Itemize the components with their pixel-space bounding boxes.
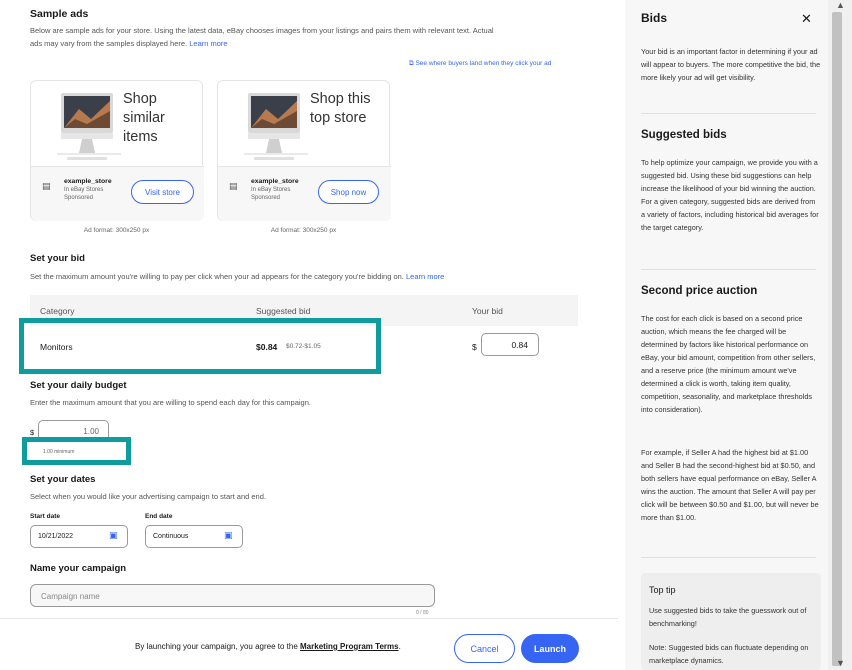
budget-title: Set your daily budget: [30, 380, 127, 391]
cancel-button[interactable]: Cancel: [454, 634, 515, 663]
visit-store-button[interactable]: Visit store: [131, 180, 194, 204]
monitor-image: [57, 93, 121, 160]
tip-title: Top tip: [649, 585, 676, 595]
your-bid-input[interactable]: 0.84: [481, 333, 539, 356]
bid-desc: Set the maximum amount you're willing to…: [30, 272, 445, 281]
close-icon[interactable]: ✕: [801, 11, 812, 27]
divider: [641, 557, 816, 558]
scrollbar[interactable]: ▲ ▼: [828, 0, 852, 670]
sample-ads-learn-more-link[interactable]: Learn more: [189, 39, 227, 48]
start-date-label: Start date: [30, 513, 60, 520]
highlight-box: [22, 437, 131, 465]
tip-text: Use suggested bids to take the guesswork…: [649, 606, 807, 628]
ad-format-label: Ad format: 300x250 px: [270, 227, 337, 234]
sample-ads-desc: Below are sample ads for your store. Usi…: [30, 26, 494, 48]
sample-ads-title: Sample ads: [30, 8, 89, 20]
row-currency: $: [472, 342, 477, 352]
campaign-name-input[interactable]: Campaign name: [30, 584, 435, 607]
start-date-input[interactable]: 10/21/2022 ▣: [30, 525, 128, 548]
store-name: example_store: [251, 178, 299, 185]
col-suggested: Suggested bid: [256, 306, 311, 316]
bids-help-panel: Bids ✕ Your bid is an important factor i…: [625, 0, 828, 670]
divider: [641, 113, 816, 114]
ad-format-label: Ad format: 300x250 px: [83, 227, 150, 234]
monitor-image: [244, 93, 308, 160]
calendar-icon[interactable]: ▣: [224, 530, 233, 541]
auction-text: The cost for each click is based on a se…: [641, 314, 816, 414]
scroll-down-icon[interactable]: ▼: [836, 658, 845, 668]
scroll-thumb[interactable]: [832, 12, 842, 666]
col-category: Category: [40, 306, 75, 316]
end-date-label: End date: [145, 513, 173, 520]
dates-title: Set your dates: [30, 474, 96, 485]
budget-currency: $: [30, 428, 35, 437]
divider: [641, 269, 816, 270]
launch-button[interactable]: Launch: [521, 634, 579, 663]
bid-learn-more-link[interactable]: Learn more: [406, 272, 444, 281]
suggested-bids-text: To help optimize your campaign, we provi…: [641, 158, 819, 232]
sample-ad-card: Shop this top store ▤ example_store In eB…: [217, 80, 391, 221]
tip-note: Note: Suggested bids can fluctuate depen…: [649, 643, 809, 665]
shop-now-button[interactable]: Shop now: [318, 180, 379, 204]
end-date-input[interactable]: Continuous ▣: [145, 525, 243, 548]
bid-title: Set your bid: [30, 253, 85, 264]
main-panel: Sample ads Below are sample ads for your…: [0, 0, 618, 670]
calendar-icon[interactable]: ▣: [109, 530, 118, 541]
store-name: example_store: [64, 178, 112, 185]
col-your-bid: Your bid: [472, 306, 503, 316]
ad-headline: Shop this top store: [310, 91, 371, 126]
budget-desc: Enter the maximum amount that you are wi…: [30, 398, 311, 407]
buyers-land-link[interactable]: ⧉ See where buyers land when they click …: [409, 60, 551, 68]
side-intro: Your bid is an important factor in deter…: [641, 47, 821, 82]
footer-text: By launching your campaign, you agree to…: [135, 642, 401, 651]
dates-desc: Select when you would like your advertis…: [30, 492, 266, 501]
campaign-title: Name your campaign: [30, 563, 127, 574]
scroll-up-icon[interactable]: ▲: [836, 0, 845, 10]
store-icon: ▤: [42, 181, 51, 191]
auction-title: Second price auction: [641, 285, 758, 297]
side-title: Bids: [641, 11, 668, 25]
marketing-terms-link[interactable]: Marketing Program Terms: [300, 642, 399, 651]
highlight-box: [19, 318, 381, 374]
suggested-bids-title: Suggested bids: [641, 129, 727, 141]
ad-headline: Shop similar items: [123, 91, 165, 145]
store-sub: In eBay Stores Sponsored: [251, 187, 291, 201]
external-link-icon: ⧉: [409, 60, 414, 67]
store-sub: In eBay Stores Sponsored: [64, 187, 104, 201]
char-counter: 0 / 80: [416, 610, 429, 616]
example-text: For example, if Seller A had the highest…: [641, 448, 819, 522]
store-icon: ▤: [229, 181, 238, 191]
top-tip-box: Top tip Use suggested bids to take the g…: [641, 573, 821, 670]
sample-ad-card: Shop similar items ▤ example_store In eBay…: [30, 80, 204, 221]
footer-bar: By launching your campaign, you agree to…: [0, 618, 618, 670]
